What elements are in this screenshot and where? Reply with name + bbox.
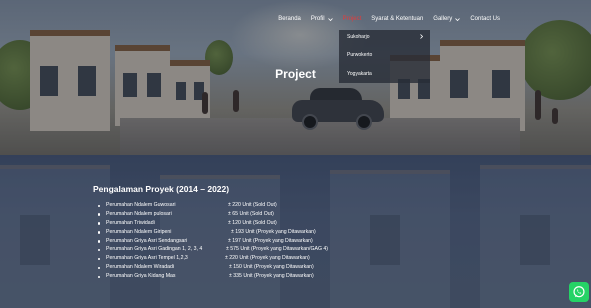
- project-dropdown-menu: Sukoharjo Purwokerto Yogyakarta: [339, 30, 430, 83]
- project-name: Perumahan Griya Kidang Mas: [106, 273, 176, 280]
- project-name: Perumahan Griya Asri Tempel 1,2,3: [106, 255, 188, 262]
- project-units: ± 335 Unit (Proyek yang Ditawarkan): [229, 273, 314, 280]
- nav-item-label: Contact Us: [470, 16, 500, 22]
- dropdown-item-yogyakarta[interactable]: Yogyakarta: [347, 71, 372, 77]
- nav-item-contact-us[interactable]: Contact Us: [470, 16, 500, 22]
- nav-item-beranda[interactable]: Beranda: [278, 16, 301, 22]
- whatsapp-icon: [573, 286, 585, 298]
- dropdown-item-sukoharjo[interactable]: Sukoharjo: [347, 34, 370, 40]
- project-units: ± 575 Unit (Proyek yang Ditawarkan/GAG 4…: [226, 246, 329, 253]
- project-name: Perumahan Ndalem Wiradadi: [106, 264, 175, 271]
- nav-item-label: Syarat & Ketentuan: [371, 16, 424, 22]
- chevron-down-icon: [455, 17, 461, 21]
- nav-item-syarat-ketentuan[interactable]: Syarat & Ketentuan: [371, 16, 423, 22]
- nav-item-profil[interactable]: Profil: [311, 16, 333, 22]
- main-nav: Beranda Profil Project Syarat & Ketentua…: [278, 8, 591, 30]
- chevron-down-icon: [327, 17, 333, 21]
- project-units: ± 197 Unit (Proyek yang Ditawarkan): [228, 237, 313, 244]
- hero-banner: Project Beranda Profil Project Syarat & …: [0, 0, 591, 155]
- project-name: Perumahan Ndalem Guwosari: [106, 202, 176, 208]
- project-name: Perumahan Ndalem pulosari: [106, 210, 172, 217]
- nav-item-label: Profil: [310, 16, 325, 22]
- nav-item-label: Beranda: [278, 16, 301, 22]
- project-units: ± 65 Unit (Sold Out): [228, 210, 274, 217]
- project-name: Perumahan Ndalem Giripeni: [106, 228, 172, 235]
- page-title: Project: [275, 67, 316, 81]
- project-units: ± 193 Unit (Proyek yang Ditawarkan): [231, 228, 316, 235]
- project-units: ± 220 Unit (Sold Out): [228, 202, 277, 208]
- content-section: Pengalaman Proyek (2014 – 2022) Perumaha…: [0, 155, 591, 308]
- nav-item-label: Project: [342, 16, 362, 22]
- whatsapp-button[interactable]: [569, 282, 589, 302]
- dropdown-item-purwokerto[interactable]: Purwokerto: [347, 52, 372, 58]
- nav-item-project[interactable]: Project: [343, 16, 362, 22]
- project-units: ± 120 Unit (Sold Out): [228, 219, 277, 226]
- page: Project Beranda Profil Project Syarat & …: [0, 0, 591, 308]
- chevron-right-icon: [420, 34, 424, 39]
- project-units: ± 220 Unit (Proyek yang Ditawarkan): [225, 255, 310, 262]
- section-title: Pengalaman Proyek (2014 – 2022): [93, 184, 230, 194]
- nav-item-label: Gallery: [433, 16, 453, 22]
- project-name: Perumahan Triwidadi: [106, 219, 155, 226]
- nav-item-gallery[interactable]: Gallery: [433, 16, 461, 22]
- project-units: ± 150 Unit (Proyek yang Ditawarkan): [229, 264, 314, 271]
- project-name: Perumahan Griya Asri Sendangsari: [106, 237, 188, 244]
- project-name: Perumahan Griya Asri Gadingan 1, 2, 3, 4: [106, 246, 203, 253]
